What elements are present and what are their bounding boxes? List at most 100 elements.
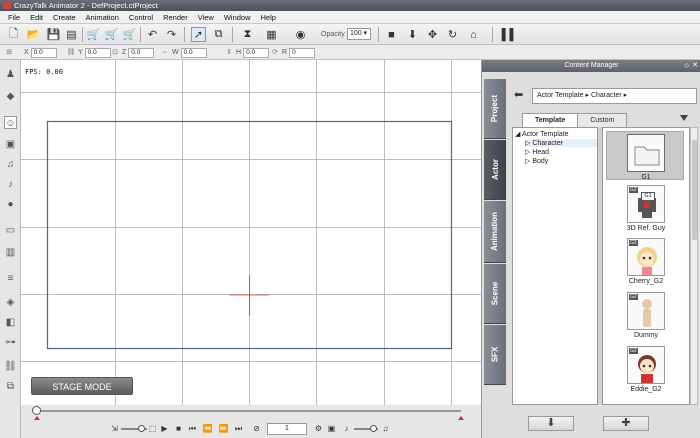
tab-sfx[interactable]: SFX — [484, 325, 506, 385]
content-item-g1[interactable]: G1 — [606, 134, 686, 181]
menu-edit[interactable]: Edit — [25, 13, 48, 22]
new-file-icon[interactable]: 🗋 — [6, 27, 21, 42]
add-button[interactable]: ✚ — [603, 416, 649, 431]
rotate-icon[interactable]: ↻ — [445, 27, 460, 42]
breadcrumb[interactable]: Actor Template ▸ Character ▸ — [532, 88, 697, 104]
tab-actor[interactable]: Actor — [484, 140, 506, 200]
camera-tool-icon[interactable]: ▭ — [4, 224, 17, 237]
tree-item-body[interactable]: ▷ Body — [525, 157, 548, 165]
3d-icon[interactable]: ≡ — [4, 272, 17, 285]
thumbnail-scrollbar[interactable] — [690, 127, 698, 405]
timeline-track[interactable] — [35, 410, 461, 412]
tab-template[interactable]: Template — [522, 113, 579, 127]
height-icon[interactable]: ⇕ — [224, 48, 234, 58]
rotation-icon[interactable]: ⟳ — [270, 48, 280, 58]
move-down-icon[interactable]: ⬇ — [405, 27, 420, 42]
layer-icon[interactable]: ▦ — [264, 27, 279, 42]
audio-icon[interactable]: ♪ — [4, 178, 17, 191]
menu-view[interactable]: View — [193, 13, 219, 22]
sound-icon[interactable]: ▐▐ — [498, 27, 514, 42]
scroll-thumb[interactable] — [692, 140, 697, 240]
pin-icon[interactable]: ◇ — [684, 60, 689, 72]
h-field[interactable]: 0.0 — [243, 47, 270, 58]
open-folder-icon[interactable]: 📂 — [26, 27, 41, 42]
info-icon[interactable]: ● — [4, 198, 17, 211]
menu-control[interactable]: Control — [124, 13, 158, 22]
face-icon[interactable]: ☺ — [4, 116, 17, 129]
content-item-dummy[interactable]: G2 Dummy — [606, 292, 686, 339]
undo-icon[interactable]: ↶ — [145, 27, 160, 42]
move-icon[interactable]: ✥ — [425, 27, 440, 42]
tab-menu-icon[interactable] — [680, 115, 688, 121]
menu-help[interactable]: Help — [256, 13, 281, 22]
image-icon[interactable]: ▣ — [4, 138, 17, 151]
duplicate-icon[interactable]: ⧉ — [211, 27, 226, 42]
tab-animation[interactable]: Animation — [484, 201, 506, 263]
last-frame-icon[interactable]: ⏭ — [233, 423, 244, 434]
tree-item-head[interactable]: ▷ Head — [525, 148, 549, 156]
z-icon[interactable]: ⊡ — [110, 48, 120, 58]
actor-icon[interactable]: ♟ — [4, 68, 17, 81]
music-icon[interactable]: ♫ — [4, 158, 17, 171]
content-item-cherry[interactable]: G2 Cherry_G2 — [606, 238, 686, 285]
cart-2-icon[interactable]: 🛒 — [104, 27, 119, 42]
tab-scene[interactable]: Scene — [484, 264, 506, 324]
menu-render[interactable]: Render — [158, 13, 193, 22]
align-icon[interactable]: ⊞ — [4, 48, 14, 58]
folder-thumbnail — [627, 134, 665, 172]
flip-icon[interactable]: ⧗ — [240, 27, 255, 42]
volume-thumb[interactable] — [370, 425, 377, 432]
width-icon[interactable]: ⇔ — [160, 48, 170, 58]
timeline-thumb[interactable] — [32, 406, 41, 415]
tree-root[interactable]: ◢ Actor Template — [515, 130, 569, 138]
opacity-dropdown[interactable]: 100 ▾ — [347, 28, 371, 40]
stage-canvas[interactable]: FPS: 0.00 STAGE MODE — [21, 60, 481, 405]
tab-project[interactable]: Project — [484, 79, 506, 139]
settings-icon[interactable]: ⚙ — [313, 423, 324, 434]
speed-thumb[interactable] — [138, 425, 145, 432]
tab-custom[interactable]: Custom — [577, 113, 628, 127]
bone-icon[interactable]: ⊶ — [4, 336, 17, 349]
r-field[interactable]: 0 — [289, 47, 316, 58]
back-arrow-icon[interactable]: ⬅ — [514, 89, 528, 101]
home-icon[interactable]: ⌂ — [466, 27, 481, 42]
stop-icon[interactable]: ■ — [173, 423, 184, 434]
loop-icon[interactable]: ⬚ — [147, 423, 158, 434]
cart-3-icon[interactable]: 🛒 — [122, 27, 137, 42]
frame-input[interactable]: 1 — [267, 423, 307, 435]
x-field[interactable]: 0.0 — [30, 47, 57, 58]
puzzle-icon[interactable]: ◈ — [4, 296, 17, 309]
w-field[interactable]: 0.0 — [180, 47, 207, 58]
menu-file[interactable]: File — [3, 13, 25, 22]
camera-view-icon[interactable]: ▣ — [326, 423, 337, 434]
first-frame-icon[interactable]: ⏮ — [187, 423, 198, 434]
eye-icon[interactable]: ◉ — [293, 27, 308, 42]
next-frame-icon[interactable]: ⏩ — [218, 423, 229, 434]
stack-icon[interactable]: ⧉ — [4, 380, 17, 393]
layers-icon[interactable]: ◧ — [4, 316, 17, 329]
menu-create[interactable]: Create — [48, 13, 81, 22]
menu-animation[interactable]: Animation — [81, 13, 124, 22]
save-icon[interactable]: 💾 — [46, 27, 61, 42]
camera-icon[interactable]: ■ — [384, 27, 399, 42]
grid-icon[interactable]: ▥ — [4, 246, 17, 259]
play-icon[interactable]: ▶ — [159, 423, 170, 434]
volume-icon[interactable]: ♪ — [341, 423, 352, 434]
lock-icon[interactable]: ⛓ — [66, 48, 76, 58]
prop-icon[interactable]: ◆ — [4, 90, 17, 103]
z-field[interactable]: 0.0 — [128, 47, 155, 58]
cart-icon[interactable]: 🛒 — [86, 27, 101, 42]
close-icon[interactable]: ✕ — [692, 60, 698, 72]
content-item-eddie[interactable]: G2 Eddie_G2 — [606, 346, 686, 393]
link-icon[interactable]: ⛓ — [4, 360, 17, 373]
redo-icon[interactable]: ↷ — [164, 27, 179, 42]
stage-mode-button[interactable]: STAGE MODE — [31, 377, 133, 395]
saveas-icon[interactable]: ▤ — [64, 27, 79, 42]
no-loop-icon[interactable]: ⊘ — [251, 423, 262, 434]
pointer-icon[interactable]: ➚ — [191, 27, 206, 42]
y-field[interactable]: 0.0 — [84, 47, 111, 58]
tree-item-character[interactable]: ▷ Character — [525, 139, 597, 147]
menu-window[interactable]: Window — [219, 13, 256, 22]
prev-frame-icon[interactable]: ⏪ — [202, 423, 213, 434]
download-button[interactable]: ⬇ — [528, 416, 574, 431]
